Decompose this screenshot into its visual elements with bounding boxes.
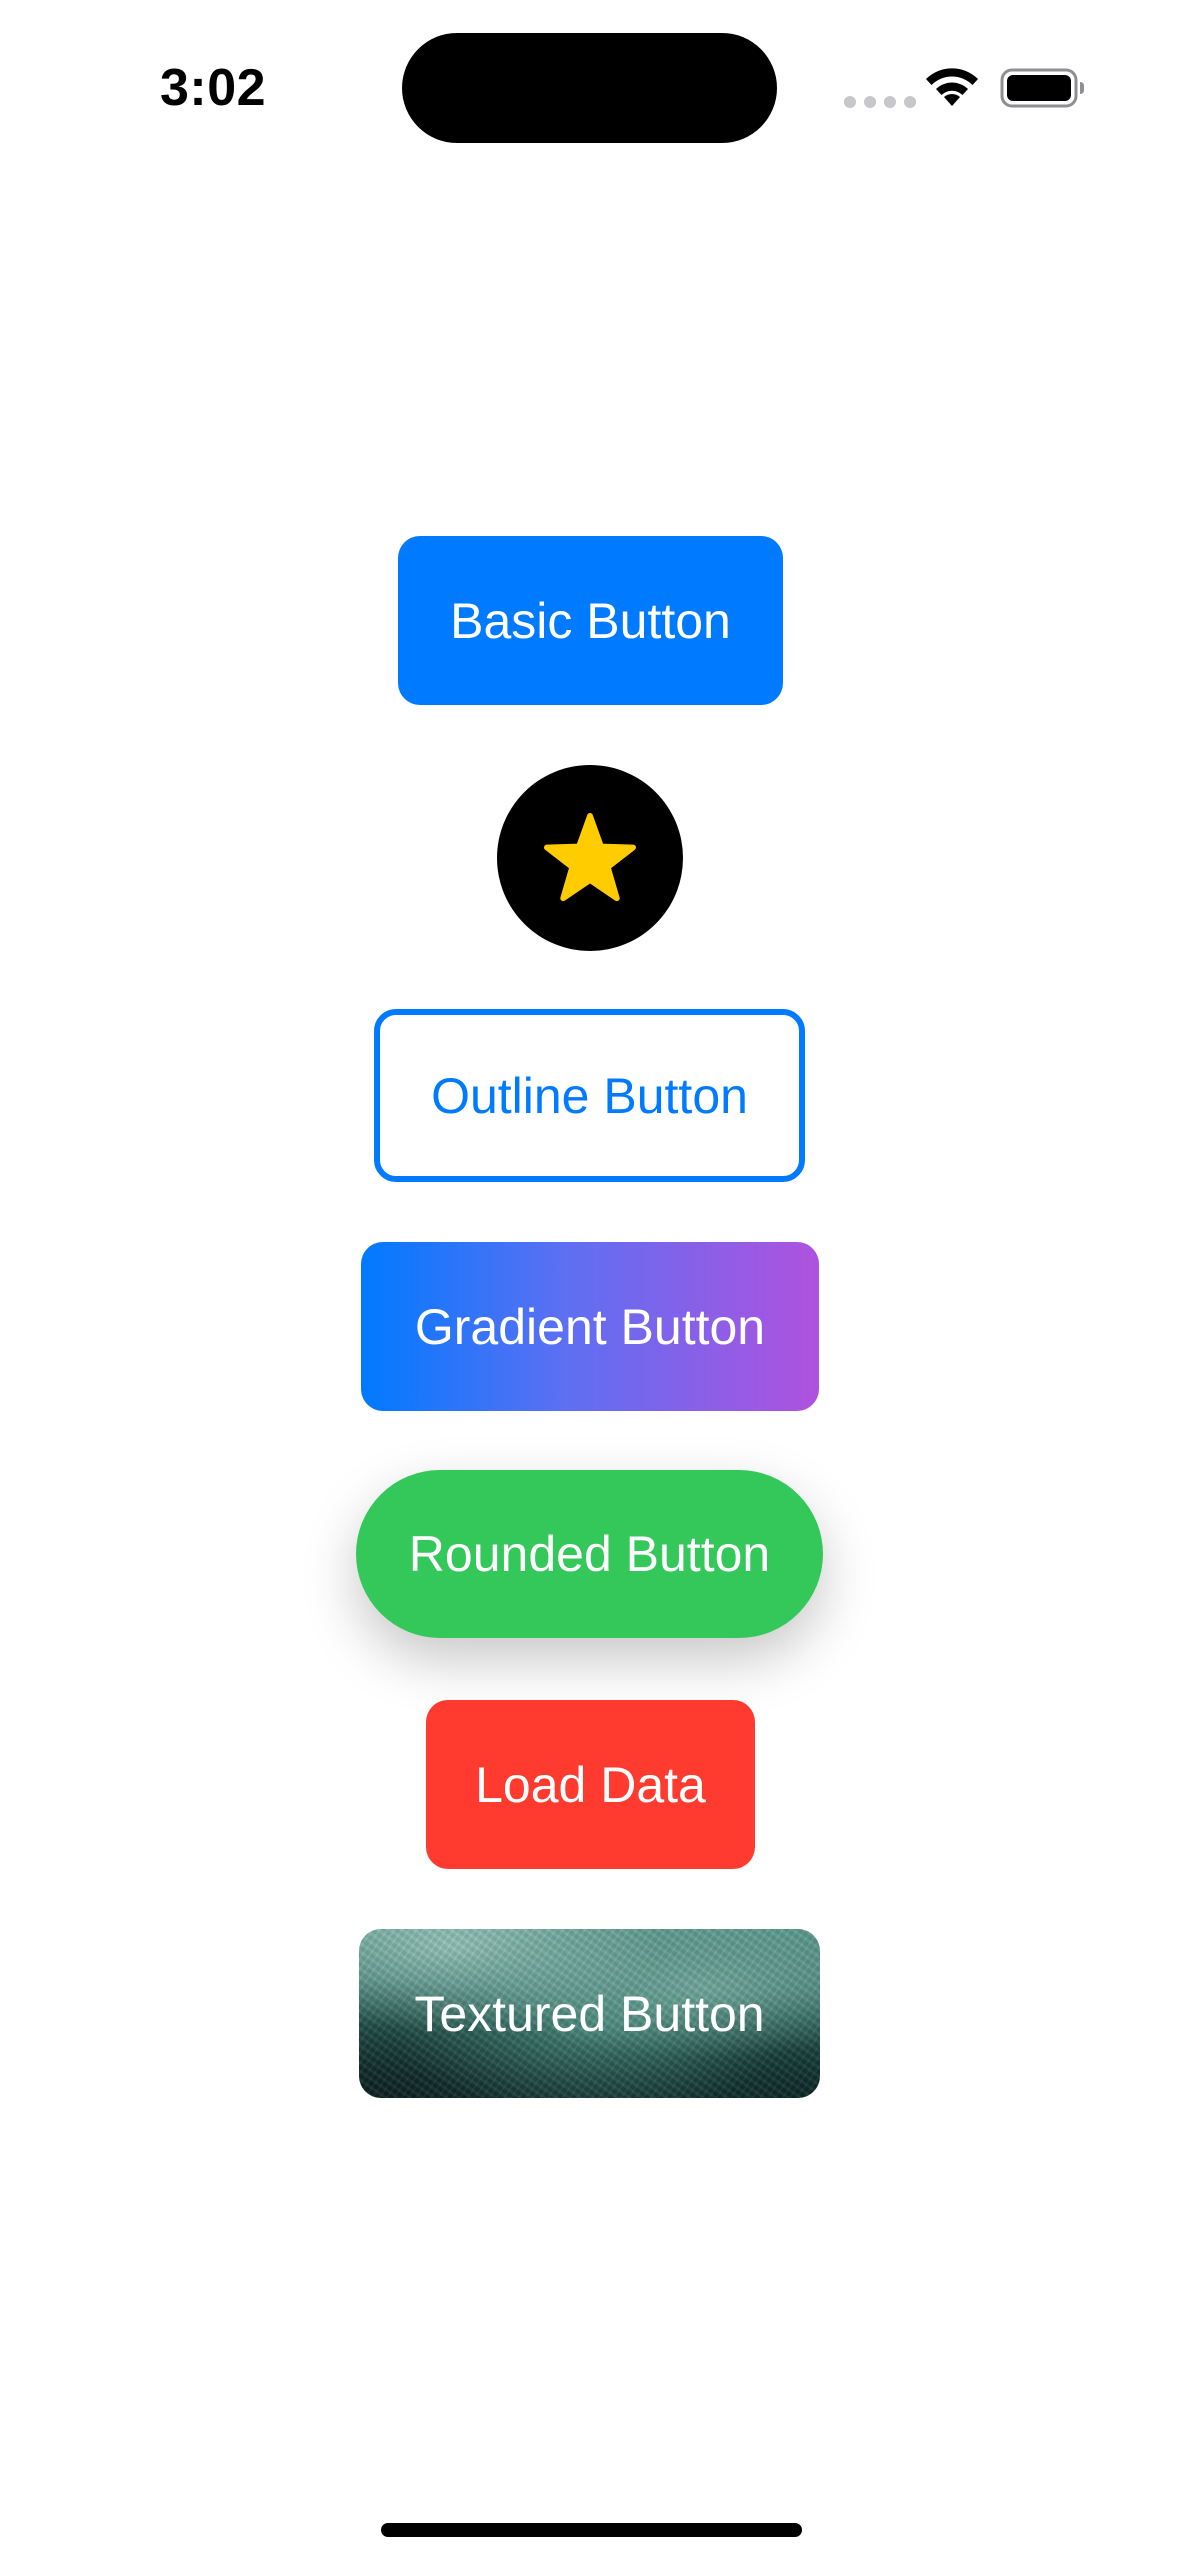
rounded-button[interactable]: Rounded Button [356, 1470, 823, 1638]
gradient-button-label: Gradient Button [414, 1298, 766, 1355]
dynamic-island [402, 33, 777, 143]
battery-icon [1000, 68, 1084, 108]
load-data-button[interactable]: Load Data [426, 1700, 755, 1869]
textured-button[interactable]: Textured Button [359, 1929, 820, 2098]
outline-button[interactable]: Outline Button [374, 1009, 805, 1182]
cellular-signal-icon [844, 96, 916, 108]
load-data-button-label: Load Data [475, 1756, 706, 1813]
star-button[interactable] [497, 765, 683, 951]
gradient-button[interactable]: Gradient Button [361, 1242, 819, 1411]
rounded-button-label: Rounded Button [408, 1526, 771, 1582]
basic-button-label: Basic Button [450, 592, 731, 649]
wifi-icon [926, 68, 978, 106]
star-icon [544, 812, 636, 902]
home-indicator[interactable] [381, 2523, 802, 2537]
status-time: 3:02 [160, 59, 267, 117]
textured-button-label: Textured Button [414, 1985, 765, 2042]
outline-button-label: Outline Button [431, 1067, 748, 1124]
basic-button[interactable]: Basic Button [398, 536, 783, 705]
